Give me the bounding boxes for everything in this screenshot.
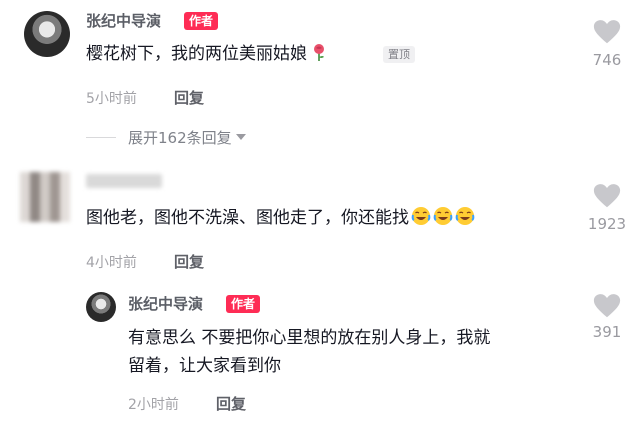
crying-laughing-emoji-icon bbox=[433, 207, 453, 225]
reply-button[interactable]: 回复 bbox=[174, 251, 204, 272]
like-count: 1923 bbox=[587, 215, 627, 233]
comment-username[interactable]: 张纪中导演 bbox=[86, 10, 161, 31]
heart-icon[interactable] bbox=[592, 291, 622, 321]
comment-content: 樱花树下，我的两位美丽姑娘 bbox=[86, 40, 329, 68]
caret-down-icon bbox=[236, 134, 247, 140]
rose-icon bbox=[314, 44, 324, 61]
avatar[interactable] bbox=[86, 292, 116, 322]
crying-laughing-emoji bbox=[409, 207, 475, 228]
reply-username[interactable]: 张纪中导演 bbox=[128, 293, 203, 314]
like-count: 746 bbox=[592, 51, 622, 69]
crying-laughing-emoji-icon bbox=[455, 207, 475, 225]
pinned-badge: 置顶 bbox=[383, 46, 415, 63]
like-count: 391 bbox=[592, 323, 622, 341]
avatar[interactable] bbox=[20, 172, 70, 222]
reply-content: 有意思么 不要把你心里想的放在别人身上，我就 留着，让大家看到你 bbox=[128, 324, 490, 380]
comment-content: 图他老，图他不洗澡、图他走了，你还能找 bbox=[86, 204, 475, 232]
comment-time: 5小时前 bbox=[86, 91, 137, 107]
avatar[interactable] bbox=[24, 11, 70, 57]
author-badge: 作者 bbox=[184, 12, 219, 30]
crying-laughing-emoji-icon bbox=[411, 207, 431, 225]
comment-username[interactable] bbox=[86, 174, 162, 188]
reply-text-line: 留着，让大家看到你 bbox=[128, 356, 281, 376]
heart-icon[interactable] bbox=[592, 181, 622, 211]
author-badge: 作者 bbox=[226, 295, 261, 313]
comment-time: 4小时前 bbox=[86, 255, 137, 271]
reply-time: 2小时前 bbox=[128, 397, 179, 413]
reply-button[interactable]: 回复 bbox=[216, 393, 246, 414]
reply-button[interactable]: 回复 bbox=[174, 87, 204, 108]
expand-replies-label: 展开162条回复 bbox=[128, 129, 232, 147]
comment-text: 图他老，图他不洗澡、图他走了，你还能找 bbox=[86, 208, 409, 228]
comment-text: 樱花树下，我的两位美丽姑娘 bbox=[86, 44, 307, 64]
divider bbox=[86, 137, 116, 138]
expand-replies-button[interactable]: 展开162条回复 bbox=[128, 127, 247, 148]
heart-icon[interactable] bbox=[592, 17, 622, 47]
reply-text-line: 有意思么 不要把你心里想的放在别人身上，我就 bbox=[128, 328, 491, 348]
